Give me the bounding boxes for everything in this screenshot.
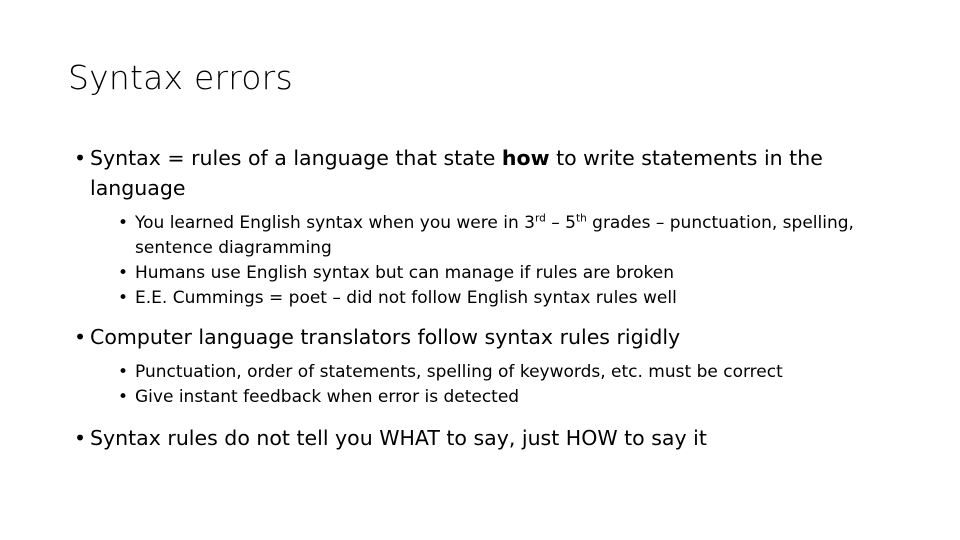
bullet-item-what-vs-how: • Syntax rules do not tell you WHAT to s… [68,423,906,453]
bullet-item-humans-manage-broken-rules: • Humans use English syntax but can mana… [113,261,906,286]
bullet-item-punctuation-order-spelling: • Punctuation, order of statements, spel… [113,360,906,385]
bullet-item-ee-cummings: • E.E. Cummings = poet – did not follow … [113,286,906,311]
bullet-list-level-2-b: • Punctuation, order of statements, spel… [113,360,906,410]
page-title: Syntax errors [68,58,293,97]
emphasis-how: how [501,146,550,170]
bullet-item-english-syntax-grades: • You learned English syntax when you we… [113,211,906,261]
ordinal-suffix-th: th [575,212,587,225]
bullet-marker-icon: • [118,387,129,407]
bullet-marker-icon: • [74,426,87,450]
bullet-text-ee-cummings: E.E. Cummings = poet – did not follow En… [135,288,677,308]
bullet-marker-icon: • [118,362,129,382]
bullet-text-humans-manage-broken-rules: Humans use English syntax but can manage… [135,263,674,283]
bullet-text-instant-feedback: Give instant feedback when error is dete… [135,387,520,407]
slide: Syntax errors • Syntax = rules of a lang… [0,0,960,540]
bullet-item-syntax-definition: • Syntax = rules of a language that stat… [68,143,906,203]
bullet-list-level-1: • Syntax = rules of a language that stat… [68,143,906,453]
slide-body: • Syntax = rules of a language that stat… [68,143,906,453]
bullet-item-instant-feedback: • Give instant feedback when error is de… [113,385,906,410]
bullet-text-english-syntax-grades: You learned English syntax when you were… [135,212,854,258]
bullet-item-translators-rigid: • Computer language translators follow s… [68,322,906,352]
bullet-list-level-2-a: • You learned English syntax when you we… [113,211,906,311]
bullet-marker-icon: • [118,288,129,308]
bullet-text-syntax-definition: Syntax = rules of a language that state … [90,146,823,200]
bullet-text-punctuation-order-spelling: Punctuation, order of statements, spelli… [135,362,783,382]
bullet-marker-icon: • [118,213,129,233]
ordinal-suffix-rd: rd [534,212,546,225]
sublist-wrapper-1: • You learned English syntax when you we… [113,211,906,311]
bullet-marker-icon: • [74,146,87,170]
bullet-marker-icon: • [118,263,129,283]
bullet-text-what-vs-how: Syntax rules do not tell you WHAT to say… [90,426,707,450]
bullet-text-translators-rigid: Computer language translators follow syn… [90,325,681,349]
bullet-marker-icon: • [74,325,87,349]
sublist-wrapper-2: • Punctuation, order of statements, spel… [113,360,906,410]
